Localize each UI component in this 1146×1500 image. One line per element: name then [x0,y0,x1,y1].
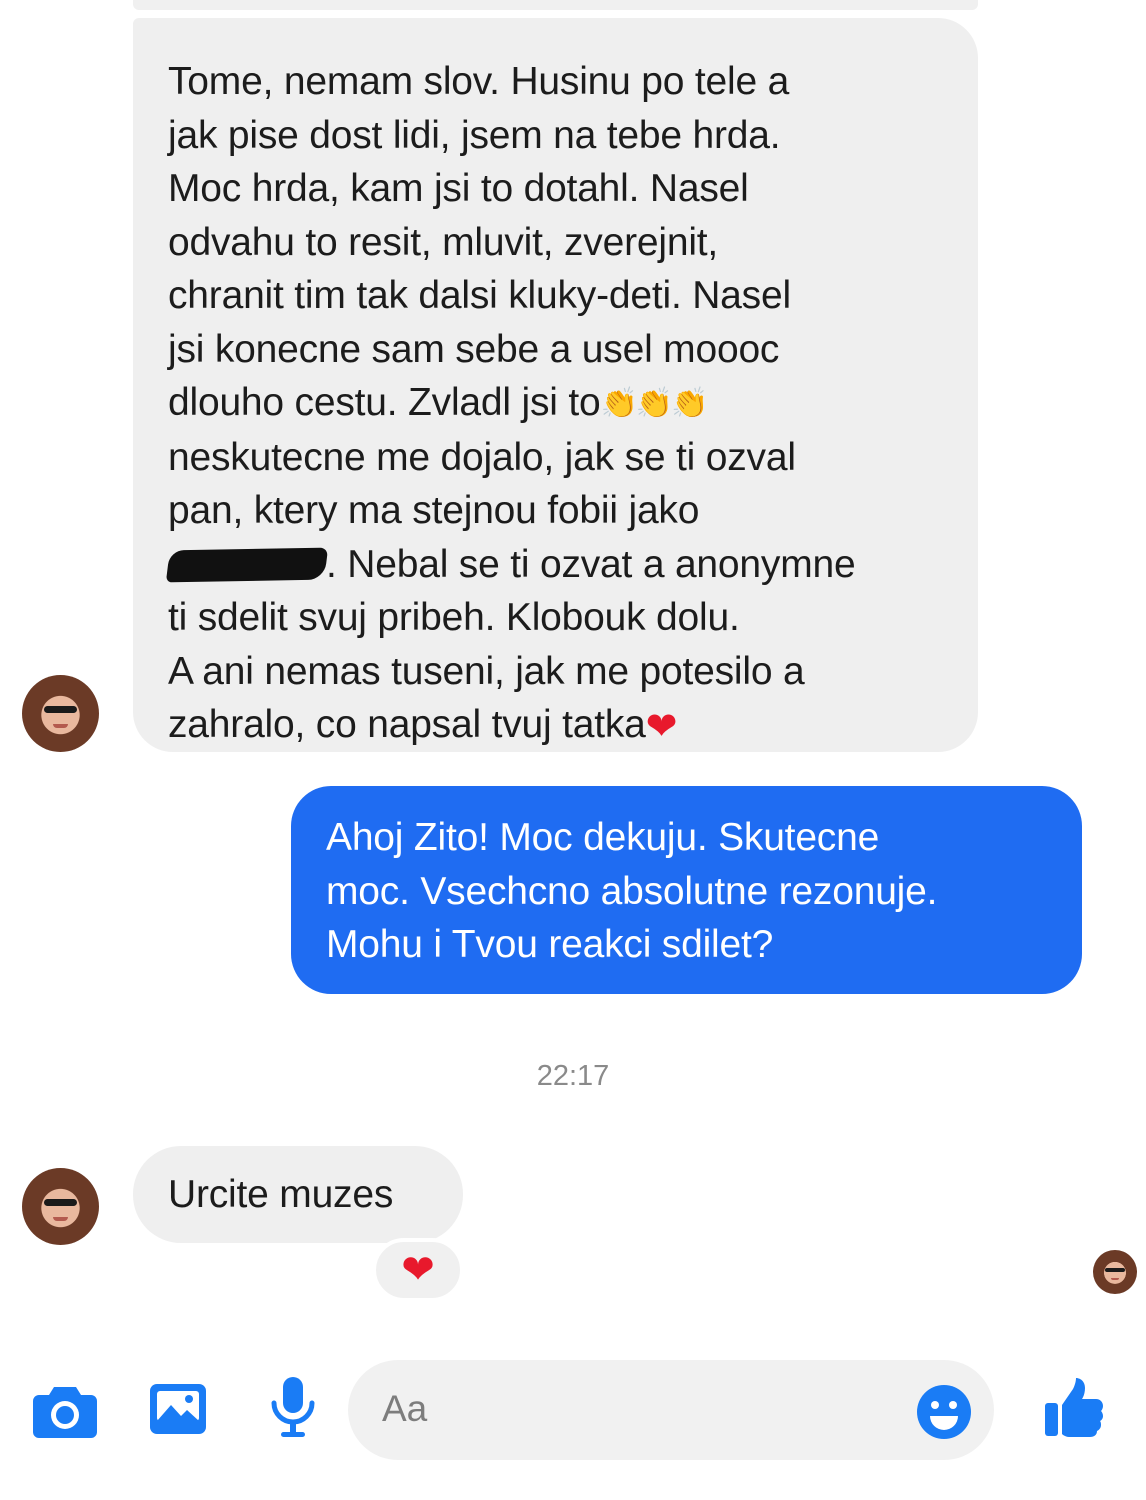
sunglasses-shape [1105,1267,1125,1272]
message-line: Mohu i Tvou reakci sdilet? [326,923,774,966]
messenger-chat-screen: Tome, nemam slov. Husinu po tele a jak p… [0,0,1146,1500]
incoming-message-bubble[interactable]: Tome, nemam slov. Husinu po tele a jak p… [133,18,978,752]
message-line: pan, ktery ma stejnou fobii jako [168,489,700,532]
message-line: Tome, nemam slov. Husinu po tele a [168,60,790,103]
heart-icon: ❤ [401,1248,435,1292]
outgoing-message-bubble[interactable]: Ahoj Zito! Moc dekuju. Skutecne moc. Vse… [291,786,1082,994]
message-line: chranit tim tak dalsi kluky-deti. Nasel [168,274,791,317]
message-line: Ahoj Zito! Moc dekuju. Skutecne [326,816,880,859]
message-input-placeholder: Aa [382,1388,428,1429]
redacted-name-scribble [165,547,329,582]
sunglasses-shape [43,705,78,714]
message-line: ti sdelit svuj pribeh. Klobouk dolu. [168,596,740,639]
contact-avatar[interactable] [22,1168,99,1245]
thumbs-up-icon[interactable] [1043,1376,1105,1438]
microphone-icon[interactable] [268,1375,318,1439]
message-timestamp: 22:17 [536,1060,610,1092]
message-line: Moc hrda, kam jsi to dotahl. Nasel [168,167,749,210]
contact-avatar[interactable] [22,675,99,752]
message-input[interactable]: Aa [348,1360,994,1460]
heart-emoji: ❤ [645,706,678,748]
message-line: A ani nemas tuseni, jak me potesilo a [168,649,805,693]
message-line-text: zahralo, co napsal tvuj tatka [168,703,646,746]
message-line: zahralo, co napsal tvuj tatka❤ [168,698,948,755]
smile-shape [1110,1278,1120,1281]
message-line-text: . Nebal se ti ozvat a anonymne [326,542,856,586]
message-line: jsi konecne sam sebe a usel moooc [168,327,780,371]
message-line: jak pise dost lidi, jsem na tebe hrda. [168,113,781,157]
message-line: neskutecne me dojalo, jak se ti ozval [168,435,796,479]
message-line: odvahu to resit, mluvit, zverejnit, [168,220,719,264]
smile-shape [52,1217,69,1222]
previous-message-bubble-edge [133,0,978,10]
message-line: moc. Vsechcno absolutne rezonuje. [326,869,938,913]
incoming-message-bubble[interactable]: Urcite muzes [133,1146,463,1243]
message-line-text: dlouho cestu. Zvladl jsi to [168,381,601,424]
message-line: Urcite muzes [168,1173,394,1216]
seen-receipt-avatar [1093,1250,1137,1294]
smile-shape [52,724,69,729]
message-line: dlouho cestu. Zvladl jsi to👏👏👏 [168,376,948,431]
camera-icon[interactable] [32,1383,98,1439]
message-line: . Nebal se ti ozvat a anonymne [165,538,948,592]
clapping-hands-emoji: 👏👏👏 [600,387,709,420]
gallery-icon[interactable] [148,1382,208,1436]
emoji-icon[interactable] [916,1384,972,1440]
sunglasses-shape [43,1198,78,1207]
heart-reaction-badge[interactable]: ❤ [372,1238,464,1302]
